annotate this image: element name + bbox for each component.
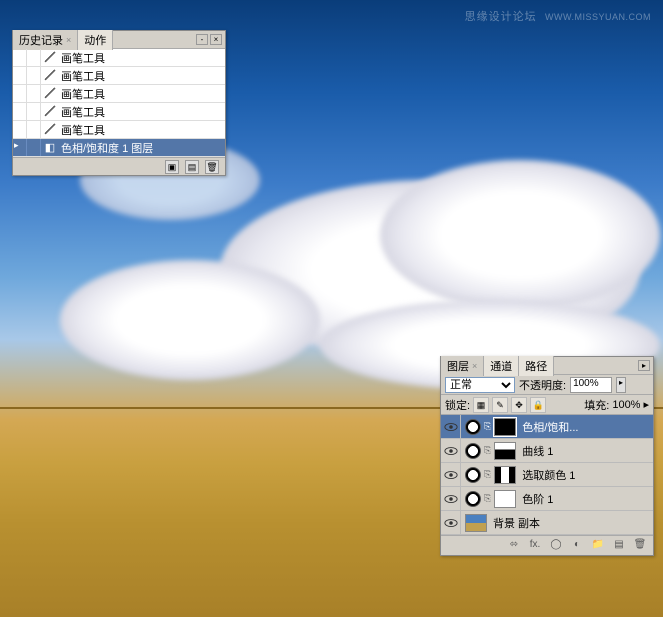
mask-button[interactable]: ◯ <box>548 539 564 553</box>
history-item[interactable]: 画笔工具 <box>13 49 225 67</box>
tab-paths[interactable]: 路径 <box>519 356 554 376</box>
history-item[interactable]: 画笔工具 <box>13 67 225 85</box>
tab-history[interactable]: 历史记录× <box>13 30 78 50</box>
tab-actions[interactable]: 动作 <box>78 30 113 50</box>
lock-position-button[interactable]: ✥ <box>511 397 527 413</box>
trash-button[interactable]: 🗑 <box>632 539 648 553</box>
menu-button[interactable]: ▸ <box>638 360 650 371</box>
layer-name[interactable]: 背景 副本 <box>491 515 540 531</box>
layers-titlebar: 图层× 通道 路径 ▸ <box>441 357 653 375</box>
mask-thumb[interactable] <box>494 466 516 484</box>
visibility-toggle[interactable] <box>441 463 461 486</box>
visibility-toggle[interactable] <box>441 487 461 510</box>
minimize-button[interactable]: - <box>196 34 208 45</box>
layer-name[interactable]: 选取颜色 1 <box>520 467 575 483</box>
blend-mode-select[interactable]: 正常 <box>445 377 515 393</box>
fill-label: 填充: <box>584 397 609 413</box>
close-button[interactable]: × <box>210 34 222 45</box>
visibility-toggle[interactable] <box>441 439 461 462</box>
adjustment-thumb <box>465 443 481 459</box>
link-icon: ⎘ <box>484 469 491 480</box>
brush-icon <box>41 85 59 102</box>
layer-row[interactable]: ⎘ 色阶 1 <box>441 487 653 511</box>
lock-label: 锁定: <box>445 397 470 413</box>
layers-options-row1: 正常 不透明度: 100% ▸ <box>441 375 653 395</box>
lock-transparent-button[interactable]: ▦ <box>473 397 489 413</box>
history-item[interactable]: 画笔工具 <box>13 121 225 139</box>
group-button[interactable]: 📁 <box>590 539 606 553</box>
adjustment-icon: ◧ <box>41 141 59 154</box>
tab-channels[interactable]: 通道 <box>484 356 519 376</box>
lock-pixels-button[interactable]: ✎ <box>492 397 508 413</box>
close-icon[interactable]: × <box>66 35 71 45</box>
layer-row-selected[interactable]: ⎘ 色相/饱和... <box>441 415 653 439</box>
visibility-toggle[interactable] <box>441 511 461 534</box>
fill-value[interactable]: 100% <box>612 399 640 411</box>
layer-row[interactable]: ⎘ 曲线 1 <box>441 439 653 463</box>
history-label: 画笔工具 <box>59 86 225 102</box>
history-label: 画笔工具 <box>59 68 225 84</box>
new-layer-button[interactable]: ▤ <box>611 539 627 553</box>
layer-list: ⎘ 色相/饱和... ⎘ 曲线 1 ⎘ 选取颜色 1 <box>441 415 653 535</box>
history-label: 画笔工具 <box>59 50 225 66</box>
history-list: 画笔工具 画笔工具 画笔工具 画笔工具 画笔工具 ▸ ◧ 色相/饱和度 1 图层 <box>13 49 225 157</box>
history-panel: 历史记录× 动作 - × 画笔工具 画笔工具 画笔工具 画笔工具 <box>12 30 226 176</box>
fill-arrow[interactable]: ▸ <box>643 398 649 411</box>
visibility-toggle[interactable] <box>441 415 461 438</box>
layers-footer: ⬄ fx. ◯ ◐ 📁 ▤ 🗑 <box>441 535 653 555</box>
opacity-value[interactable]: 100% <box>570 377 612 393</box>
adjustment-thumb <box>465 467 481 483</box>
trash-button[interactable]: 🗑 <box>205 160 219 174</box>
tab-layers[interactable]: 图层× <box>441 356 484 376</box>
opacity-arrow[interactable]: ▸ <box>616 377 626 393</box>
layer-name[interactable]: 色阶 1 <box>520 491 553 507</box>
brush-icon <box>41 103 59 120</box>
brush-icon <box>41 121 59 138</box>
layer-row[interactable]: 背景 副本 <box>441 511 653 535</box>
new-state-button[interactable]: ▤ <box>185 160 199 174</box>
watermark-url: WWW.MISSYUAN.COM <box>545 12 651 22</box>
history-label: 色相/饱和度 1 图层 <box>59 140 225 156</box>
new-snapshot-button[interactable]: ▣ <box>165 160 179 174</box>
link-icon: ⎘ <box>484 421 491 432</box>
adjustment-button[interactable]: ◐ <box>569 539 585 553</box>
brush-icon <box>41 49 59 66</box>
layers-options-row2: 锁定: ▦ ✎ ✥ 🔒 填充: 100% ▸ <box>441 395 653 415</box>
opacity-label: 不透明度: <box>519 377 566 393</box>
lock-all-button[interactable]: 🔒 <box>530 397 546 413</box>
history-item-selected[interactable]: ▸ ◧ 色相/饱和度 1 图层 <box>13 139 225 157</box>
chevron-right-icon: ▸ <box>13 140 20 150</box>
adjustment-thumb <box>465 419 481 435</box>
history-item[interactable]: 画笔工具 <box>13 103 225 121</box>
layer-name[interactable]: 曲线 1 <box>520 443 553 459</box>
link-icon: ⎘ <box>484 493 491 504</box>
close-icon[interactable]: × <box>472 361 477 371</box>
mask-thumb[interactable] <box>494 442 516 460</box>
history-footer: ▣ ▤ 🗑 <box>13 157 225 175</box>
link-icon: ⎘ <box>484 445 491 456</box>
adjustment-thumb <box>465 491 481 507</box>
mask-thumb[interactable] <box>494 418 516 436</box>
layers-panel: 图层× 通道 路径 ▸ 正常 不透明度: 100% ▸ 锁定: ▦ ✎ ✥ 🔒 … <box>440 356 654 556</box>
image-thumb[interactable] <box>465 514 487 532</box>
mask-thumb[interactable] <box>494 490 516 508</box>
link-layers-button[interactable]: ⬄ <box>506 539 522 553</box>
history-label: 画笔工具 <box>59 104 225 120</box>
watermark-main: 思缘设计论坛 <box>465 11 537 23</box>
history-titlebar: 历史记录× 动作 - × <box>13 31 225 49</box>
history-label: 画笔工具 <box>59 122 225 138</box>
fx-button[interactable]: fx. <box>527 539 543 553</box>
brush-icon <box>41 67 59 84</box>
history-item[interactable]: 画笔工具 <box>13 85 225 103</box>
layer-row[interactable]: ⎘ 选取颜色 1 <box>441 463 653 487</box>
layer-name[interactable]: 色相/饱和... <box>520 419 578 435</box>
